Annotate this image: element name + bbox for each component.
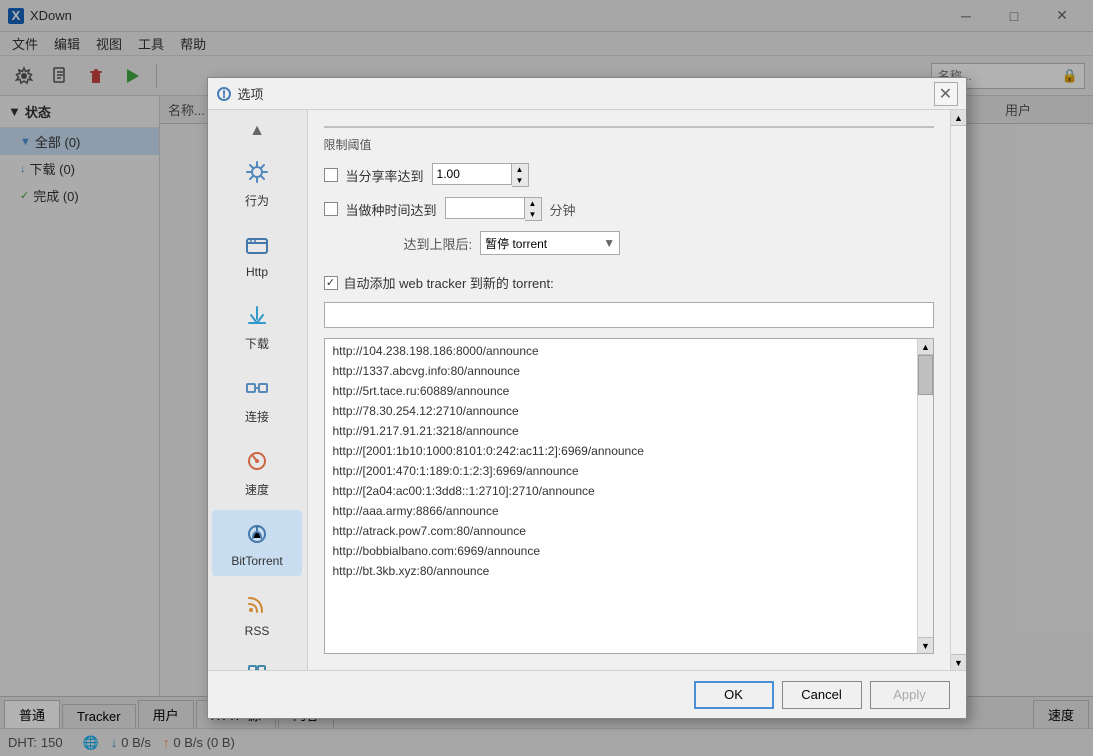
dialog-footer: OK Cancel Apply (208, 670, 966, 718)
action-value: 暂停 torrent (485, 235, 547, 252)
action-select[interactable]: 暂停 torrent ▼ (480, 231, 620, 255)
seed-time-input[interactable]: 1440 ▲ ▼ (445, 197, 542, 221)
nav-item-download[interactable]: 下载 (212, 291, 302, 360)
nav-download-label: 下载 (245, 335, 269, 352)
share-ratio-down[interactable]: ▼ (512, 175, 528, 186)
seed-time-unit: 分钟 (550, 200, 576, 219)
seed-time-spinners: ▲ ▼ (525, 197, 542, 221)
app-window: X XDown ─ □ ✕ 文件 编辑 视图 工具 帮助 🔒 (0, 0, 1093, 756)
list-item: http://[2a04:ac00:1:3dd8::1:2710]:2710/a… (325, 481, 917, 501)
download-nav-icon (241, 299, 273, 331)
list-item: http://bobbialbano.com:6969/announce (325, 541, 917, 561)
list-item: http://bt.3kb.xyz:80/announce (325, 561, 917, 581)
auto-tracker-label: 自动添加 web tracker 到新的 torrent: (344, 273, 554, 292)
select-dropdown-icon: ▼ (603, 236, 615, 250)
nav-http-label: Http (246, 265, 268, 279)
list-item: http://atrack.pow7.com:80/announce (325, 521, 917, 541)
ok-button[interactable]: OK (694, 681, 774, 709)
tracker-scroll-thumb-area (918, 355, 933, 637)
bittorrent-icon (241, 518, 273, 550)
apply-button[interactable]: Apply (870, 681, 950, 709)
list-item: http://[2001:470:1:189:0:1:2:3]:6969/ann… (325, 461, 917, 481)
nav-item-other[interactable]: 其他 (212, 650, 302, 670)
dialog-scroll-container: 限制阈值 当分享率达到 1.00 ▲ ▼ (308, 110, 966, 670)
list-item: http://aaa.army:8866/announce (325, 501, 917, 521)
seed-time-checkbox[interactable] (324, 202, 338, 216)
nav-item-behavior[interactable]: 行为 (212, 148, 302, 217)
outer-scroll-down-btn[interactable]: ▼ (951, 654, 966, 670)
other-icon (241, 658, 273, 670)
list-item: http://[2001:1b10:1000:8101:0:242:ac11:2… (325, 441, 917, 461)
list-item: http://104.238.198.186:8000/announce (325, 341, 917, 361)
nav-connect-label: 连接 (245, 408, 269, 425)
rss-icon (241, 588, 273, 620)
action-row: 达到上限后: 暂停 torrent ▼ (324, 231, 934, 255)
tracker-scroll-down-btn[interactable]: ▼ (918, 637, 934, 653)
share-ratio-checkbox[interactable] (324, 168, 338, 182)
nav-speed-label: 速度 (245, 481, 269, 498)
list-item: http://91.217.91.21:3218/announce (325, 421, 917, 441)
seed-time-down[interactable]: ▼ (525, 209, 541, 220)
nav-item-rss[interactable]: RSS (212, 580, 302, 646)
dialog-title-icon (216, 86, 232, 102)
dialog-nav: ▲ 行为 Http (208, 110, 308, 670)
outer-scroll-up-btn[interactable]: ▲ (951, 110, 966, 126)
http-icon (241, 229, 273, 261)
tracker-scroll-thumb[interactable] (918, 355, 933, 395)
share-ratio-value[interactable]: 1.00 (432, 163, 512, 185)
seed-time-value[interactable]: 1440 (445, 197, 525, 219)
dialog-title-bar: 选项 ✕ (208, 78, 966, 110)
outer-scrollbar[interactable]: ▲ ▼ (950, 110, 966, 670)
seed-time-label: 当做种时间达到 (346, 200, 437, 219)
connect-icon (241, 372, 273, 404)
behavior-icon (241, 156, 273, 188)
list-item: http://1337.abcvg.info:80/announce (325, 361, 917, 381)
seed-time-row: 当做种时间达到 1440 ▲ ▼ 分钟 (324, 197, 934, 221)
dialog-overlay: 选项 ✕ ▲ 行为 (0, 0, 1093, 756)
tracker-list-scrollbar[interactable]: ▲ ▼ (917, 339, 933, 653)
scroll-top-indicator: 限制阈值 (324, 126, 934, 153)
dialog-body: ▲ 行为 Http (208, 110, 966, 670)
nav-scroll-up[interactable]: ▲ (245, 118, 269, 144)
outer-scroll-thumb-area (951, 126, 966, 654)
dialog-title-text: 选项 (238, 84, 934, 103)
dialog-main-content: 限制阈值 当分享率达到 1.00 ▲ ▼ (308, 110, 966, 670)
tracker-scroll-up-btn[interactable]: ▲ (918, 339, 934, 355)
nav-item-bittorrent[interactable]: BitTorrent (212, 510, 302, 576)
share-ratio-input[interactable]: 1.00 ▲ ▼ (432, 163, 529, 187)
auto-tracker-row: 自动添加 web tracker 到新的 torrent: (324, 273, 934, 292)
list-item: http://5rt.tace.ru:60889/announce (325, 381, 917, 401)
action-label: 达到上限后: (404, 234, 473, 253)
auto-tracker-checkbox[interactable] (324, 276, 338, 290)
cancel-button[interactable]: Cancel (782, 681, 862, 709)
options-dialog: 选项 ✕ ▲ 行为 (207, 77, 967, 719)
nav-rss-label: RSS (245, 624, 270, 638)
nav-item-speed[interactable]: 速度 (212, 437, 302, 506)
tracker-url-input[interactable]: https://trackerslist.com/all.txt (324, 302, 934, 328)
share-ratio-row: 当分享率达到 1.00 ▲ ▼ (324, 163, 934, 187)
dialog-close-button[interactable]: ✕ (934, 82, 958, 106)
nav-item-connect[interactable]: 连接 (212, 364, 302, 433)
nav-bittorrent-label: BitTorrent (231, 554, 282, 568)
nav-item-http[interactable]: Http (212, 221, 302, 287)
tracker-list-container: http://104.238.198.186:8000/announce htt… (324, 338, 934, 654)
list-item: http://78.30.254.12:2710/announce (325, 401, 917, 421)
share-ratio-label: 当分享率达到 (346, 166, 424, 185)
tracker-list: http://104.238.198.186:8000/announce htt… (325, 339, 917, 653)
seed-time-up[interactable]: ▲ (525, 198, 541, 209)
nav-behavior-label: 行为 (245, 192, 269, 209)
share-ratio-up[interactable]: ▲ (512, 164, 528, 175)
share-ratio-spinners: ▲ ▼ (512, 163, 529, 187)
speed-icon (241, 445, 273, 477)
